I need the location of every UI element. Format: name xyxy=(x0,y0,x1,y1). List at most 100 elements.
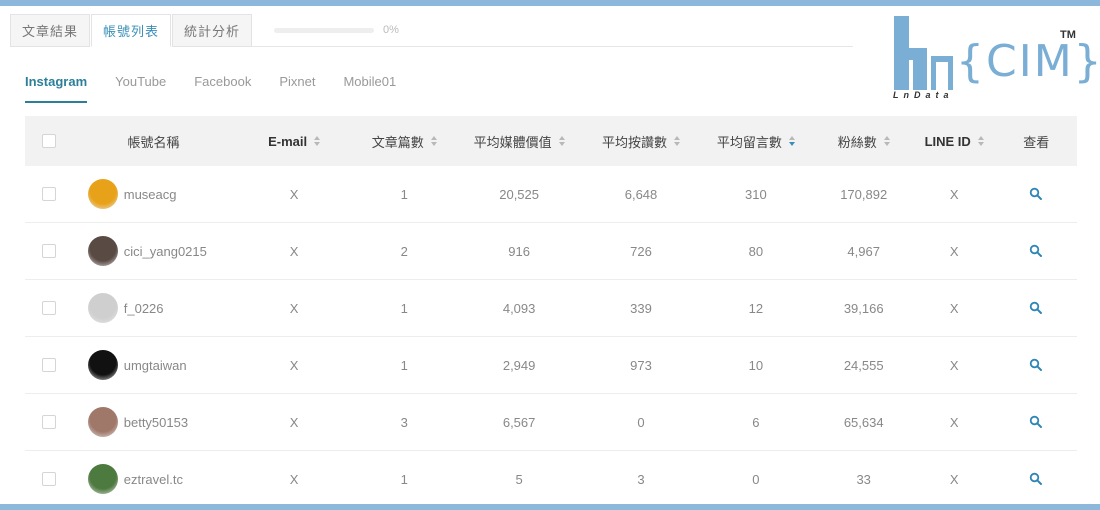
account-name: cici_yang0215 xyxy=(123,243,207,259)
accounts-table: 帳號名稱 E-mail 文章篇數 平均媒體價值 平均按讚數 平均留言數 粉絲數 … xyxy=(25,116,1077,508)
row-checkbox[interactable] xyxy=(42,244,57,258)
view-cell xyxy=(995,280,1077,336)
search-icon[interactable] xyxy=(1028,300,1044,316)
row-select-cell xyxy=(25,280,74,336)
line-id-cell: X xyxy=(949,357,959,373)
logo-subtitle: LnData xyxy=(893,90,954,100)
row-select-cell xyxy=(25,166,74,222)
likes-cell: 726 xyxy=(630,243,652,259)
search-icon[interactable] xyxy=(1028,186,1044,202)
header-account-name: 帳號名稱 xyxy=(74,116,233,166)
view-cell xyxy=(995,223,1077,279)
row-select-cell xyxy=(25,223,74,279)
likes-cell: 0 xyxy=(637,414,645,430)
row-checkbox[interactable] xyxy=(42,358,57,372)
email-cell: X xyxy=(289,300,299,316)
posts-cell: 2 xyxy=(400,243,408,259)
header-media-value-label: 平均媒體價值 xyxy=(473,134,552,150)
sort-icon xyxy=(558,136,565,146)
account-name-cell: museacg xyxy=(74,166,233,222)
bottom-frame-bar xyxy=(0,504,1100,510)
select-all-checkbox[interactable] xyxy=(42,134,57,148)
comments-cell: 10 xyxy=(748,357,764,373)
search-icon[interactable] xyxy=(1028,243,1044,259)
line-id-cell: X xyxy=(949,414,959,430)
progress-text: 0% xyxy=(383,24,399,36)
posts-cell: 1 xyxy=(400,300,408,316)
header-posts[interactable]: 文章篇數 xyxy=(355,116,453,166)
view-cell xyxy=(995,394,1077,450)
header-media-value[interactable]: 平均媒體價值 xyxy=(453,116,584,166)
account-name-cell: eztravel.tc xyxy=(74,451,233,507)
table-row: f_0226 X 1 4,093 339 12 39,166 X xyxy=(25,280,1077,337)
likes-cell: 6,648 xyxy=(624,186,658,202)
logo-tm: TM xyxy=(1060,29,1076,41)
avatar xyxy=(87,464,118,494)
header-fans[interactable]: 粉絲數 xyxy=(814,116,912,166)
email-cell: X xyxy=(289,186,299,202)
avatar xyxy=(87,236,118,266)
row-checkbox[interactable] xyxy=(42,301,57,315)
account-name-cell: umgtaiwan xyxy=(74,337,233,393)
tab-article-results[interactable]: 文章結果 xyxy=(10,14,90,47)
lndata-cim-logo: {CIM} TM LnData xyxy=(890,14,1100,104)
platform-tabs: Instagram YouTube Facebook Pixnet Mobile… xyxy=(25,74,424,103)
header-comments[interactable]: 平均留言數 xyxy=(697,116,814,166)
line-id-cell: X xyxy=(949,186,959,202)
email-cell: X xyxy=(289,471,299,487)
posts-cell: 1 xyxy=(400,186,408,202)
sort-desc-icon xyxy=(788,136,795,146)
posts-cell: 3 xyxy=(400,414,408,430)
tab-pixnet[interactable]: Pixnet xyxy=(279,74,315,95)
tab-instagram[interactable]: Instagram xyxy=(25,74,88,103)
tab-account-list[interactable]: 帳號列表 xyxy=(91,14,171,47)
search-icon[interactable] xyxy=(1028,414,1044,430)
sort-icon xyxy=(430,136,437,146)
search-icon[interactable] xyxy=(1028,471,1044,487)
view-cell xyxy=(995,337,1077,393)
tab-youtube[interactable]: YouTube xyxy=(115,74,166,95)
likes-cell: 3 xyxy=(637,471,645,487)
avatar xyxy=(87,350,118,380)
header-line-id-label: LINE ID xyxy=(924,133,971,149)
header-likes[interactable]: 平均按讚數 xyxy=(585,116,698,166)
row-select-cell xyxy=(25,337,74,393)
header-select-cell xyxy=(25,116,74,166)
row-checkbox[interactable] xyxy=(42,415,57,429)
table-row: museacg X 1 20,525 6,648 310 170,892 X xyxy=(25,166,1077,223)
row-checkbox[interactable] xyxy=(42,472,57,486)
media-value-cell: 2,949 xyxy=(502,357,536,373)
header-line-id[interactable]: LINE ID xyxy=(913,116,996,166)
table-body: museacg X 1 20,525 6,648 310 170,892 Xcici_yang… xyxy=(25,166,1077,508)
sort-icon xyxy=(883,136,890,146)
view-cell xyxy=(995,166,1077,222)
sort-icon xyxy=(977,136,984,146)
avatar xyxy=(87,407,118,437)
likes-cell: 973 xyxy=(630,357,652,373)
comments-cell: 12 xyxy=(748,300,764,316)
tab-mobile01[interactable]: Mobile01 xyxy=(343,74,396,95)
account-name-cell: f_0226 xyxy=(74,280,233,336)
fans-cell: 65,634 xyxy=(843,414,884,430)
email-cell: X xyxy=(289,243,299,259)
header-email[interactable]: E-mail xyxy=(233,116,355,166)
progress-bar xyxy=(274,28,374,33)
header-fans-label: 粉絲數 xyxy=(837,134,877,150)
table-row: cici_yang0215 X 2 916 726 80 4,967 X xyxy=(25,223,1077,280)
header-posts-label: 文章篇數 xyxy=(371,134,424,150)
header-account-name-label: 帳號名稱 xyxy=(127,134,180,150)
fans-cell: 170,892 xyxy=(840,186,888,202)
row-select-cell xyxy=(25,394,74,450)
fans-cell: 24,555 xyxy=(843,357,884,373)
account-name: museacg xyxy=(123,186,177,202)
fans-cell: 39,166 xyxy=(843,300,884,316)
top-tabs: 文章結果 帳號列表 統計分析 xyxy=(10,14,253,47)
row-checkbox[interactable] xyxy=(42,187,57,201)
line-id-cell: X xyxy=(949,471,959,487)
comments-cell: 0 xyxy=(752,471,760,487)
media-value-cell: 20,525 xyxy=(499,186,539,202)
tab-statistics[interactable]: 統計分析 xyxy=(172,14,252,47)
search-icon[interactable] xyxy=(1028,357,1044,373)
sort-icon xyxy=(674,136,681,146)
tab-facebook[interactable]: Facebook xyxy=(194,74,251,95)
